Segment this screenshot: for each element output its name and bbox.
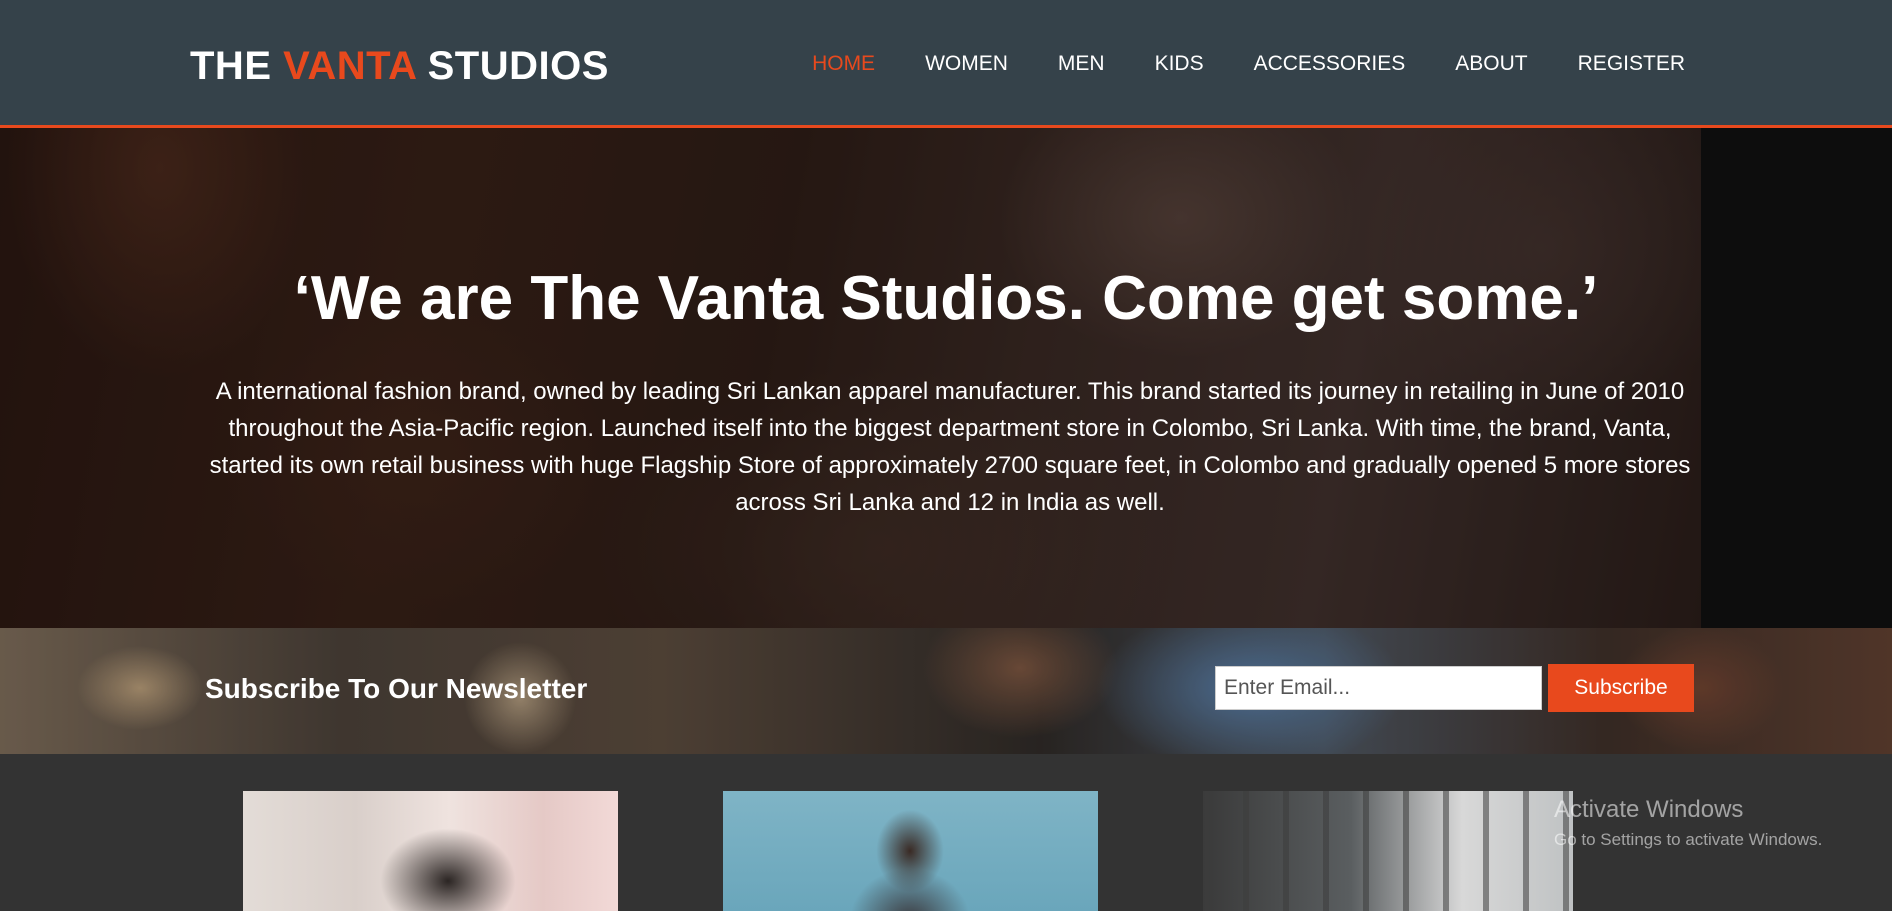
windows-activation-watermark: Activate Windows Go to Settings to activ…	[1554, 796, 1822, 850]
logo-part-1: THE	[190, 44, 284, 88]
product-card-image-kids[interactable]	[1203, 791, 1573, 911]
hero-description: A international fashion brand, owned by …	[209, 378, 1691, 516]
site-header: THE VANTA STUDIOS HOME WOMEN MEN KIDS AC…	[0, 0, 1892, 128]
hero-section: ‘We are The Vanta Studios. Come get some…	[0, 128, 1892, 628]
nav-item-men[interactable]: MEN	[1058, 52, 1105, 76]
nav-item-register[interactable]: REGISTER	[1578, 52, 1685, 76]
nav-item-accessories[interactable]: ACCESSORIES	[1254, 52, 1406, 76]
watermark-subtitle: Go to Settings to activate Windows.	[1554, 830, 1823, 849]
product-card-image-men[interactable]	[243, 791, 618, 911]
nav-item-home[interactable]: HOME	[812, 52, 875, 76]
logo-part-2: STUDIOS	[415, 44, 609, 88]
main-nav: HOME WOMEN MEN KIDS ACCESSORIES ABOUT RE…	[812, 52, 1685, 76]
subscribe-button[interactable]: Subscribe	[1548, 664, 1694, 712]
newsletter-section: Subscribe To Our Newsletter Subscribe	[0, 628, 1892, 754]
newsletter-heading: Subscribe To Our Newsletter	[205, 673, 588, 704]
nav-item-about[interactable]: ABOUT	[1455, 52, 1527, 76]
nav-item-women[interactable]: WOMEN	[925, 52, 1008, 76]
watermark-title: Activate Windows	[1554, 796, 1744, 823]
logo-highlight: VANTA	[283, 44, 416, 88]
hero-title: ‘We are The Vanta Studios. Come get some…	[293, 264, 1599, 333]
nav-item-kids[interactable]: KIDS	[1155, 52, 1204, 76]
product-card-image-women[interactable]	[723, 791, 1098, 911]
site-logo[interactable]: THE VANTA STUDIOS	[190, 44, 609, 89]
email-input[interactable]	[1215, 666, 1542, 710]
